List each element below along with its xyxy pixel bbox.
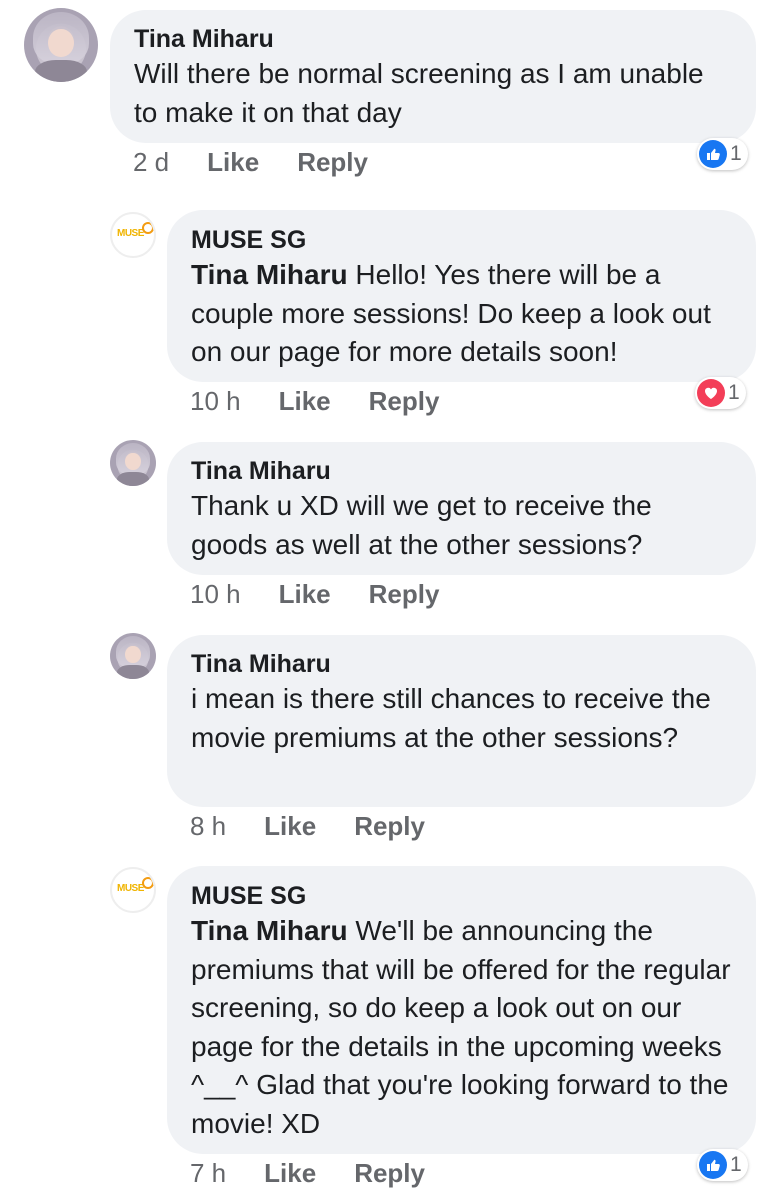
thumbs-up-icon — [699, 1151, 727, 1179]
reaction-count-number: 1 — [728, 381, 740, 404]
reaction-count-number: 1 — [730, 1153, 742, 1176]
muse-logo: MUSE — [117, 883, 144, 894]
heart-icon — [697, 379, 725, 407]
avatar[interactable] — [110, 633, 156, 679]
comment-text: We'll be announcing the premiums that wi… — [191, 915, 731, 1139]
comment-text: Thank u XD will we get to receive the go… — [191, 490, 652, 560]
comment-author[interactable]: Tina Miharu — [191, 648, 734, 680]
comment-bubble: MUSE SG Tina Miharu Hello! Yes there wil… — [167, 210, 756, 382]
comment-actions: 8 h Like Reply — [190, 811, 463, 842]
comment-text: Will there be normal screening as I am u… — [134, 58, 704, 128]
like-button[interactable]: Like — [279, 386, 331, 417]
comment-author[interactable]: Tina Miharu — [134, 23, 734, 55]
like-button[interactable]: Like — [264, 1158, 316, 1189]
like-button[interactable]: Like — [207, 147, 259, 178]
comment-timestamp[interactable]: 7 h — [190, 1158, 226, 1189]
comment-bubble: Tina Miharu Will there be normal screeni… — [110, 10, 756, 143]
avatar[interactable] — [24, 8, 98, 82]
mention-link[interactable]: Tina Miharu — [191, 259, 348, 290]
comment-timestamp[interactable]: 10 h — [190, 386, 241, 417]
comment-body: Tina Miharu We'll be announcing the prem… — [191, 912, 734, 1143]
reply-button[interactable]: Reply — [297, 147, 368, 178]
swirl-icon — [142, 222, 154, 234]
reply-button[interactable]: Reply — [369, 579, 440, 610]
comment-actions: 2 d Like Reply — [133, 147, 406, 178]
comment-actions: 10 h Like Reply — [190, 386, 477, 417]
like-button[interactable]: Like — [279, 579, 331, 610]
avatar[interactable]: MUSE — [110, 867, 156, 913]
muse-logo: MUSE — [117, 228, 144, 239]
comment-timestamp[interactable]: 2 d — [133, 147, 169, 178]
comment-bubble: MUSE SG Tina Miharu We'll be announcing … — [167, 866, 756, 1154]
like-button[interactable]: Like — [264, 811, 316, 842]
reaction-count[interactable]: 1 — [697, 138, 748, 170]
avatar[interactable] — [110, 440, 156, 486]
comment-author[interactable]: MUSE SG — [191, 224, 734, 256]
reaction-count-number: 1 — [730, 142, 742, 165]
comment-bubble: Tina Miharu Thank u XD will we get to re… — [167, 442, 756, 575]
comment-author[interactable]: Tina Miharu — [191, 455, 734, 487]
reply-button[interactable]: Reply — [369, 386, 440, 417]
comment-timestamp[interactable]: 10 h — [190, 579, 241, 610]
comment-actions: 7 h Like Reply — [190, 1158, 463, 1189]
comment-timestamp[interactable]: 8 h — [190, 811, 226, 842]
thumbs-up-icon — [699, 140, 727, 168]
comment-actions: 10 h Like Reply — [190, 579, 477, 610]
reaction-count[interactable]: 1 — [697, 1149, 748, 1181]
reaction-count[interactable]: 1 — [695, 377, 746, 409]
comment-bubble: Tina Miharu i mean is there still chance… — [167, 635, 756, 807]
mention-link[interactable]: Tina Miharu — [191, 915, 348, 946]
reply-button[interactable]: Reply — [354, 811, 425, 842]
comment-text: i mean is there still chances to receive… — [191, 683, 711, 753]
comment-body: Tina Miharu Hello! Yes there will be a c… — [191, 256, 734, 372]
swirl-icon — [142, 877, 154, 889]
comment-author[interactable]: MUSE SG — [191, 880, 734, 912]
avatar[interactable]: MUSE — [110, 212, 156, 258]
reply-button[interactable]: Reply — [354, 1158, 425, 1189]
